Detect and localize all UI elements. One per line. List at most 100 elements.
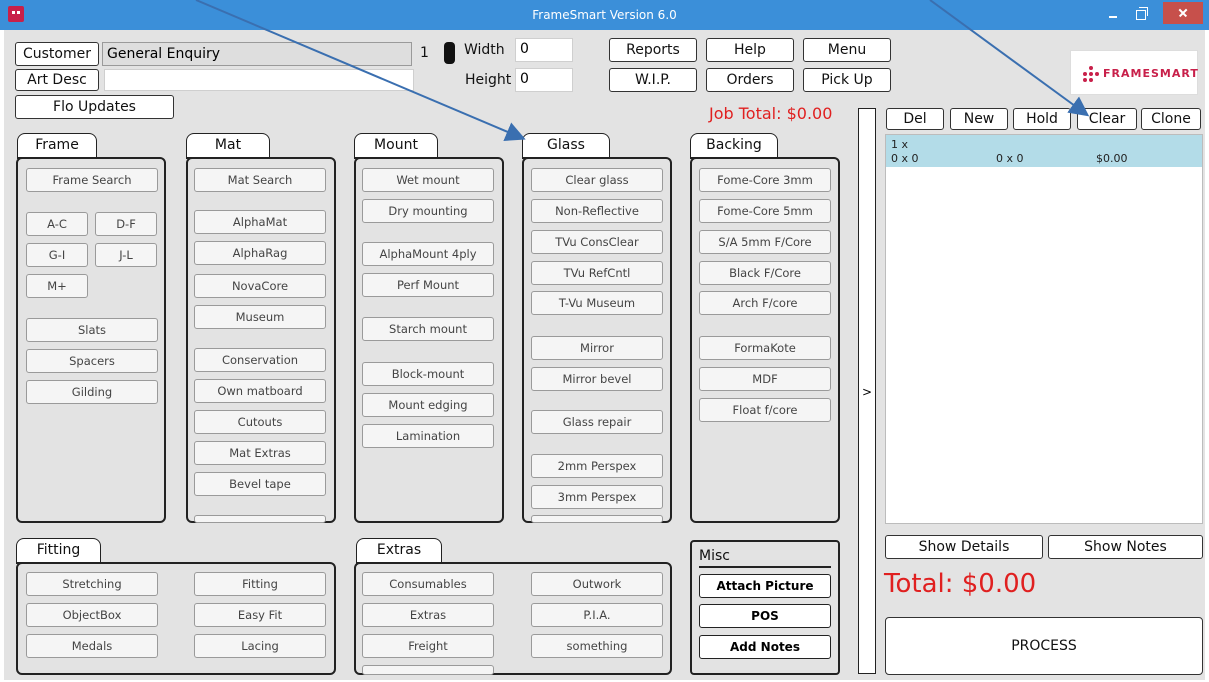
process-button[interactable]: PROCESS [885, 617, 1203, 675]
tab-glass[interactable]: Glass [522, 133, 610, 159]
art-desc-button[interactable]: Art Desc [15, 69, 99, 91]
fitting-button-2[interactable]: ObjectBox [26, 603, 158, 627]
mat-button-6[interactable]: Own matboard [194, 379, 326, 403]
del-button[interactable]: Del [886, 108, 944, 130]
help-button[interactable]: Help [706, 38, 794, 62]
extras-button-0[interactable]: Consumables [362, 572, 494, 596]
new-button[interactable]: New [950, 108, 1008, 130]
glass-button-4[interactable]: T-Vu Museum [531, 291, 663, 315]
wip-button[interactable]: W.I.P. [609, 68, 697, 92]
glass-button-0[interactable]: Clear glass [531, 168, 663, 192]
mat-button-1[interactable]: AlphaMat [194, 210, 326, 234]
customer-button[interactable]: Customer [15, 42, 99, 66]
backing-button-3[interactable]: Black F/Core [699, 261, 831, 285]
menu-button[interactable]: Menu [803, 38, 891, 62]
backing-button-2[interactable]: S/A 5mm F/Core [699, 230, 831, 254]
mat-button-8[interactable]: Mat Extras [194, 441, 326, 465]
clone-button[interactable]: Clone [1141, 108, 1201, 130]
tab-extras[interactable]: Extras [356, 538, 442, 564]
glass-button-8[interactable]: 2mm Perspex [531, 454, 663, 478]
show-notes-button[interactable]: Show Notes [1048, 535, 1203, 559]
mat-button-5[interactable]: Conservation [194, 348, 326, 372]
flo-updates-button[interactable]: Flo Updates [15, 95, 174, 119]
width-input[interactable]: 0 [515, 38, 573, 62]
backing-button-0[interactable]: Fome-Core 3mm [699, 168, 831, 192]
quantity-stepper[interactable] [444, 42, 455, 64]
frame-button-3[interactable]: G-I [26, 243, 88, 267]
extras-button-partial[interactable] [362, 665, 494, 675]
extras-button-3[interactable]: P.I.A. [531, 603, 663, 627]
glass-button-6[interactable]: Mirror bevel [531, 367, 663, 391]
item-size: 0 x 0 [891, 152, 919, 165]
fitting-button-4[interactable]: Medals [26, 634, 158, 658]
mount-button-1[interactable]: Dry mounting [362, 199, 494, 223]
misc-button-0[interactable]: Attach Picture [699, 574, 831, 598]
mat-button-9[interactable]: Bevel tape [194, 472, 326, 496]
mount-button-5[interactable]: Block-mount [362, 362, 494, 386]
backing-button-6[interactable]: MDF [699, 367, 831, 391]
frame-button-2[interactable]: D-F [95, 212, 157, 236]
extras-button-5[interactable]: something [531, 634, 663, 658]
hold-button[interactable]: Hold [1013, 108, 1071, 130]
backing-button-5[interactable]: FormaKote [699, 336, 831, 360]
reports-button[interactable]: Reports [609, 38, 697, 62]
expand-toggle[interactable]: > [858, 108, 876, 674]
logo-text: FRAMESMART [1103, 67, 1199, 80]
fitting-button-5[interactable]: Lacing [194, 634, 326, 658]
height-input[interactable]: 0 [515, 68, 573, 92]
backing-button-4[interactable]: Arch F/core [699, 291, 831, 315]
maximize-icon[interactable] [1128, 2, 1156, 24]
close-icon[interactable] [1163, 2, 1203, 24]
mat-button-2[interactable]: AlphaRag [194, 241, 326, 265]
mount-button-6[interactable]: Mount edging [362, 393, 494, 417]
mount-button-7[interactable]: Lamination [362, 424, 494, 448]
mount-button-3[interactable]: Perf Mount [362, 273, 494, 297]
pickup-button[interactable]: Pick Up [803, 68, 891, 92]
mount-button-0[interactable]: Wet mount [362, 168, 494, 192]
tab-mount[interactable]: Mount [354, 133, 438, 159]
mat-button-4[interactable]: Museum [194, 305, 326, 329]
frame-button-0[interactable]: Frame Search [26, 168, 158, 192]
extras-button-4[interactable]: Freight [362, 634, 494, 658]
backing-button-7[interactable]: Float f/core [699, 398, 831, 422]
glass-button-2[interactable]: TVu ConsClear [531, 230, 663, 254]
misc-button-1[interactable]: POS [699, 604, 831, 628]
glass-button-9[interactable]: 3mm Perspex [531, 485, 663, 509]
fitting-button-0[interactable]: Stretching [26, 572, 158, 596]
misc-button-2[interactable]: Add Notes [699, 635, 831, 659]
frame-button-8[interactable]: Gilding [26, 380, 158, 404]
minimize-icon[interactable] [1100, 2, 1128, 24]
backing-button-1[interactable]: Fome-Core 5mm [699, 199, 831, 223]
tab-frame[interactable]: Frame [17, 133, 97, 159]
mount-button-2[interactable]: AlphaMount 4ply [362, 242, 494, 266]
extras-button-2[interactable]: Extras [362, 603, 494, 627]
mat-button-7[interactable]: Cutouts [194, 410, 326, 434]
frame-button-6[interactable]: Slats [26, 318, 158, 342]
tab-backing[interactable]: Backing [690, 133, 778, 159]
tab-fitting[interactable]: Fitting [16, 538, 101, 564]
customer-name-field[interactable]: General Enquiry [102, 42, 412, 66]
glass-button-1[interactable]: Non-Reflective [531, 199, 663, 223]
frame-button-5[interactable]: M+ [26, 274, 88, 298]
frame-button-7[interactable]: Spacers [26, 349, 158, 373]
list-item[interactable]: 1 x 0 x 0 0 x 0 $0.00 [886, 135, 1202, 167]
fitting-button-3[interactable]: Easy Fit [194, 603, 326, 627]
orders-button[interactable]: Orders [706, 68, 794, 92]
extras-button-1[interactable]: Outwork [531, 572, 663, 596]
mat-button-3[interactable]: NovaCore [194, 274, 326, 298]
clear-button[interactable]: Clear [1077, 108, 1137, 130]
mount-button-4[interactable]: Starch mount [362, 317, 494, 341]
tab-mat[interactable]: Mat [186, 133, 270, 159]
mat-button-0[interactable]: Mat Search [194, 168, 326, 192]
fitting-button-1[interactable]: Fitting [194, 572, 326, 596]
art-desc-input[interactable] [104, 69, 414, 91]
glass-button-7[interactable]: Glass repair [531, 410, 663, 434]
mat-button-partial[interactable] [194, 515, 326, 523]
frame-button-4[interactable]: J-L [95, 243, 157, 267]
frame-button-1[interactable]: A-C [26, 212, 88, 236]
show-details-button[interactable]: Show Details [885, 535, 1043, 559]
glass-button-partial[interactable] [531, 515, 663, 523]
glass-button-5[interactable]: Mirror [531, 336, 663, 360]
glass-button-3[interactable]: TVu RefCntl [531, 261, 663, 285]
order-list[interactable]: 1 x 0 x 0 0 x 0 $0.00 [885, 134, 1203, 524]
